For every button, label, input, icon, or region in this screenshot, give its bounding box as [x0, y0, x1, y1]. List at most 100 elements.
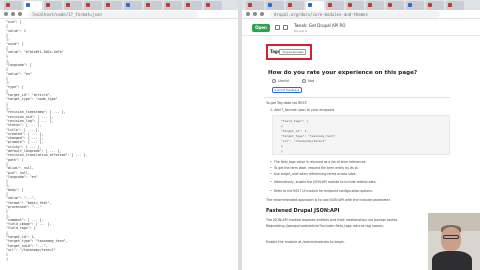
url-text: localhost/node/1?_format=json — [32, 12, 102, 17]
forward-icon[interactable] — [11, 12, 15, 16]
submit-feedback-button[interactable]: Submit feedback — [272, 87, 302, 93]
bullet-item: To get the term label, request the term … — [270, 166, 358, 170]
section-heading: Fastened Drupal JSON:API — [266, 208, 340, 214]
favicon-icon — [348, 3, 352, 7]
bullet-item: Use target_uuid when referencing terms a… — [270, 172, 356, 176]
presenter-body — [432, 251, 472, 270]
code-line: { — [281, 124, 283, 128]
browser-tab[interactable] — [406, 1, 424, 10]
radio-useful-label: Useful — [278, 79, 289, 83]
page-title: Tweak: Get Drupal API RO — [294, 23, 346, 28]
code-line: "target_type": "taxonomy_term", — [281, 134, 337, 138]
browser-tab[interactable] — [4, 1, 22, 10]
favicon-icon — [206, 3, 210, 7]
section-text: Requesting /jsonapi/node/article?include… — [266, 224, 385, 228]
page-toolbar: Open Tweak: Get Drupal API RO Drupal 8 — [242, 20, 480, 36]
favicon-icon — [368, 3, 372, 7]
bullet-item: Alternatively, enable the JSON:API modul… — [270, 180, 376, 184]
left-browser-window: localhost/node/1?_format=json "nid": [ {… — [0, 0, 238, 270]
radio-not[interactable] — [302, 79, 306, 83]
browser-tab-active[interactable] — [306, 1, 324, 10]
favicon-icon — [106, 3, 110, 7]
section-divider — [264, 97, 450, 98]
browser-tab[interactable] — [64, 1, 82, 10]
radio-not-label: Not — [308, 79, 315, 83]
page-subtitle: Drupal 8 — [294, 29, 307, 33]
browser-tab[interactable] — [426, 1, 444, 10]
favicon-icon — [288, 3, 292, 7]
browser-tab[interactable] — [84, 1, 102, 10]
browser-tab[interactable] — [366, 1, 384, 10]
browser-tab[interactable] — [124, 1, 142, 10]
share-icon[interactable] — [275, 25, 280, 30]
favicon-icon — [448, 3, 452, 7]
favicon-icon — [408, 3, 412, 7]
reload-icon[interactable] — [260, 12, 264, 16]
code-line: "langcode": [ — [6, 63, 32, 67]
reload-icon[interactable] — [18, 12, 22, 16]
browser-tab[interactable] — [104, 1, 122, 10]
feedback-question: How do you rate your experience on this … — [268, 70, 418, 76]
url-text: drupal.org/docs/core-modules-and-themes — [274, 12, 368, 17]
forward-icon[interactable] — [253, 12, 257, 16]
tag-pill[interactable]: drupal-jsonapi — [279, 49, 307, 55]
url-input[interactable]: localhost/node/1?_format=json — [28, 11, 198, 18]
browser-tab[interactable] — [184, 1, 202, 10]
open-button[interactable]: Open — [252, 24, 270, 32]
browser-tab[interactable] — [266, 1, 284, 10]
browser-tab[interactable] — [386, 1, 404, 10]
bookmark-icon[interactable] — [283, 25, 288, 30]
code-line: "langcode": "en" — [6, 174, 38, 179]
code-line: "field_tags": [ — [6, 226, 36, 231]
code-line: "value": "en" — [6, 71, 32, 76]
browser-tab[interactable] — [144, 1, 162, 10]
browser-tab[interactable] — [246, 1, 264, 10]
code-line: "target_type": "node_type" — [6, 97, 58, 102]
favicon-icon — [26, 3, 30, 7]
code-line: "processed": "..." — [6, 204, 42, 209]
right-tab-bar — [242, 0, 480, 10]
browser-tab[interactable] — [204, 1, 222, 10]
code-line: ] — [281, 149, 283, 153]
browser-tab[interactable] — [44, 1, 62, 10]
code-line: ] — [6, 256, 8, 261]
favicon-icon — [66, 3, 70, 7]
favicon-icon — [268, 3, 272, 7]
step-text: 1. Add ?_format=json to your endpoint. — [270, 108, 336, 112]
favicon-icon — [248, 3, 252, 7]
back-icon[interactable] — [4, 12, 8, 16]
url-input[interactable]: drupal.org/docs/core-modules-and-themes — [270, 11, 440, 18]
tags-highlight-box: Tags drupal-jsonapi — [266, 44, 312, 60]
code-line: "url": "/taxonomy/term/1" — [281, 139, 327, 143]
browser-tab-active[interactable] — [24, 1, 42, 10]
code-line: "url": "/taxonomy/term/1" — [6, 247, 56, 252]
right-address-bar: drupal.org/docs/core-modules-and-themes — [242, 10, 480, 19]
favicon-icon — [428, 3, 432, 7]
browser-tab[interactable] — [446, 1, 464, 10]
bullet-item: The field_tags value is returned as a li… — [270, 160, 366, 164]
favicon-icon — [6, 3, 10, 7]
favicon-icon — [328, 3, 332, 7]
browser-tab[interactable] — [286, 1, 304, 10]
code-line: "field_tags": [ — [281, 119, 309, 123]
code-line: "uuid": [ — [6, 41, 24, 46]
code-line: "value": "b7a1e6f1-0d2c-4d7a" — [6, 50, 64, 55]
code-line: "type": [ — [6, 84, 24, 89]
json-response-viewer: "nid": [ { "value": 1 }], "uuid": [ { "va… — [0, 20, 238, 270]
browser-tab[interactable] — [326, 1, 344, 10]
browser-tab[interactable] — [346, 1, 364, 10]
favicon-icon — [308, 3, 312, 7]
code-example-block: "field_tags": [ { "target_id": 1, "targe… — [272, 115, 450, 155]
note-text: The recommended approach is to use JSON:… — [266, 198, 391, 202]
left-address-bar: localhost/node/1?_format=json — [0, 10, 238, 19]
code-line: "path": [ — [6, 157, 24, 162]
code-line: "target_id": 1, — [281, 129, 309, 133]
back-icon[interactable] — [246, 12, 250, 16]
bullet-item: Refer to the REST UI module for endpoint… — [270, 189, 373, 193]
favicon-icon — [166, 3, 170, 7]
intro-text: To get Tag data via REST: — [266, 101, 308, 105]
radio-useful[interactable] — [272, 79, 276, 83]
code-line: "value": 1 — [6, 28, 26, 33]
presenter-glasses — [443, 235, 459, 239]
browser-tab[interactable] — [164, 1, 182, 10]
